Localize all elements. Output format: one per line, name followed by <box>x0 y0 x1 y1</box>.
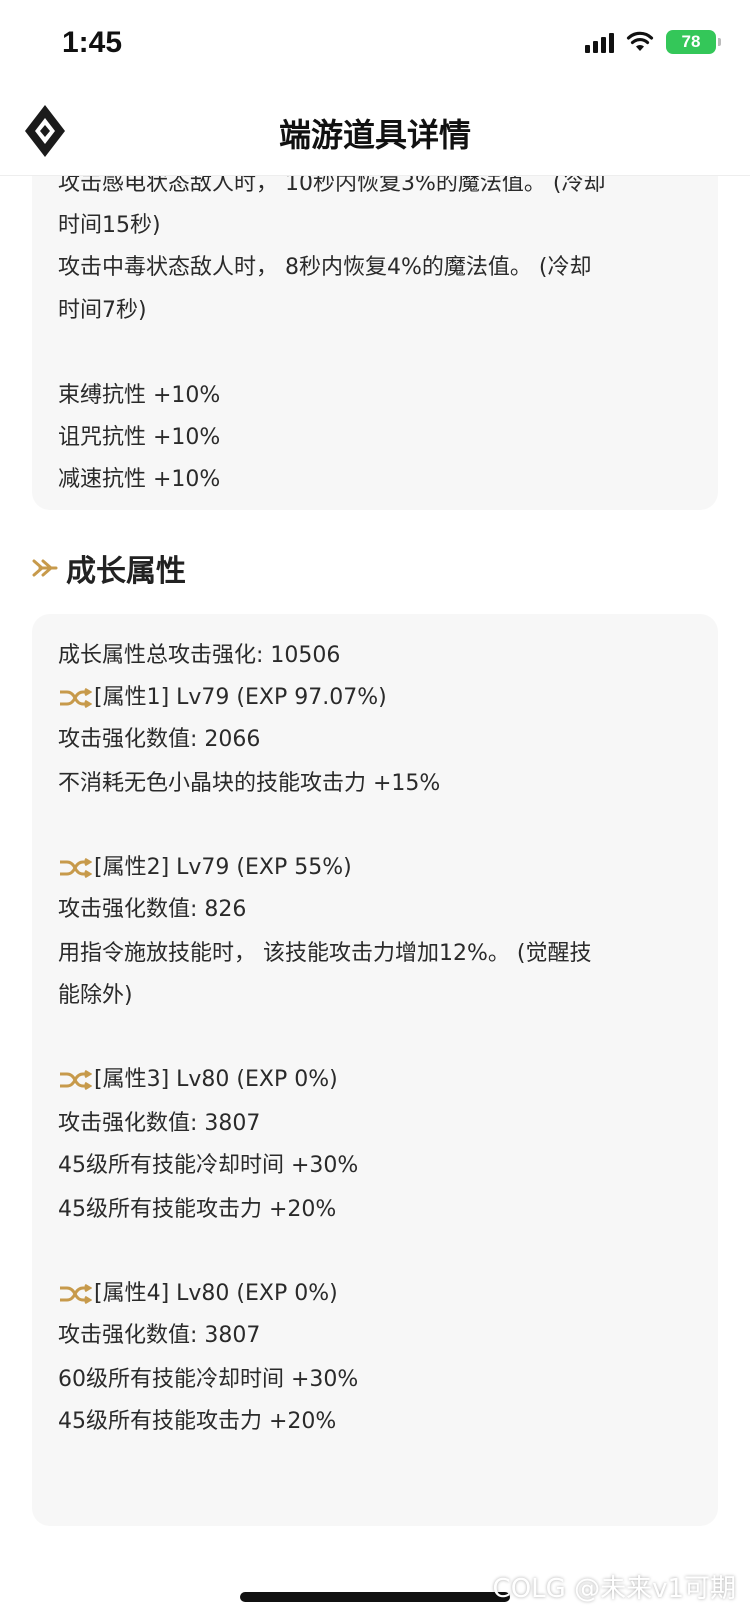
status-icons: 78 <box>585 30 721 54</box>
resistance-line: 束缚抗性 +10% <box>58 383 221 408</box>
attribute-value: 攻击强化数值: 3807 <box>58 1323 261 1348</box>
section-heading: 成长属性 <box>32 546 186 590</box>
attribute-effect: 45级所有技能冷却时间 +30% <box>58 1153 359 1178</box>
attribute-value: 攻击强化数值: 3807 <box>58 1111 261 1136</box>
attribute-value: 攻击强化数值: 826 <box>58 897 247 922</box>
shuffle-icon <box>60 1070 92 1090</box>
section-title: 成长属性 <box>66 554 186 589</box>
shuffle-icon <box>60 858 92 878</box>
attribute-effect: 能除外) <box>58 983 133 1008</box>
effect-line: 时间15秒) <box>58 213 161 238</box>
attribute-effect: 60级所有技能冷却时间 +30% <box>58 1367 359 1392</box>
attribute-header: [属性1] Lv79 (EXP 97.07%) <box>58 676 692 720</box>
attribute-effect: 45级所有技能攻击力 +20% <box>58 1197 337 1222</box>
resistance-line: 减速抗性 +10% <box>58 467 221 492</box>
attribute-header-text: [属性2] Lv79 (EXP 55%) <box>94 855 352 880</box>
status-bar: 1:45 78 <box>0 0 750 92</box>
attribute-header-text: [属性4] Lv80 (EXP 0%) <box>94 1281 338 1306</box>
growth-card: 成长属性总攻击强化: 10506 [属性1] Lv79 (EXP 97.07%)… <box>32 614 718 1526</box>
resistance-line: 诅咒抗性 +10% <box>58 425 221 450</box>
wifi-icon <box>626 31 654 51</box>
shuffle-icon <box>60 1284 92 1304</box>
effect-line: 时间7秒) <box>58 298 147 323</box>
content-scroll[interactable]: 攻击感电状态敌人时， 10秒内恢复3%的魔法值。 (冷却 时间15秒) 攻击中毒… <box>0 176 750 1624</box>
attribute-header: [属性4] Lv80 (EXP 0%) <box>58 1272 692 1316</box>
attribute-value: 攻击强化数值: 2066 <box>58 727 261 752</box>
nav-bar: 端游道具详情 <box>0 92 750 176</box>
effect-line: 攻击中毒状态敌人时， 8秒内恢复4%的魔法值。 (冷却 <box>58 255 592 280</box>
growth-total: 成长属性总攻击强化: 10506 <box>58 643 341 668</box>
page-title: 端游道具详情 <box>278 116 471 154</box>
battery-indicator: 78 <box>666 30 721 54</box>
attribute-effect: 用指令施放技能时， 该技能攻击力增加12%。 (觉醒技 <box>58 941 592 966</box>
attribute-effect: 45级所有技能攻击力 +20% <box>58 1409 337 1434</box>
status-time: 1:45 <box>62 26 123 59</box>
attribute-header: [属性2] Lv79 (EXP 55%) <box>58 846 692 890</box>
attribute-header: [属性3] Lv80 (EXP 0%) <box>58 1058 692 1102</box>
watermark: COLG @未来v1可期 <box>492 1574 736 1604</box>
double-chevron-icon <box>32 559 58 577</box>
cellular-signal-icon <box>585 31 614 53</box>
effect-line: 攻击感电状态敌人时， 10秒内恢复3%的魔法值。 (冷却 <box>58 176 606 196</box>
attribute-effect: 不消耗无色小晶块的技能攻击力 +15% <box>58 771 441 796</box>
effects-card-body: 攻击感电状态敌人时， 10秒内恢复3%的魔法值。 (冷却 时间15秒) 攻击中毒… <box>32 176 718 510</box>
home-indicator[interactable] <box>240 1592 510 1602</box>
attribute-header-text: [属性3] Lv80 (EXP 0%) <box>94 1067 338 1092</box>
attribute-header-text: [属性1] Lv79 (EXP 97.07%) <box>94 685 387 710</box>
shuffle-icon <box>60 688 92 708</box>
